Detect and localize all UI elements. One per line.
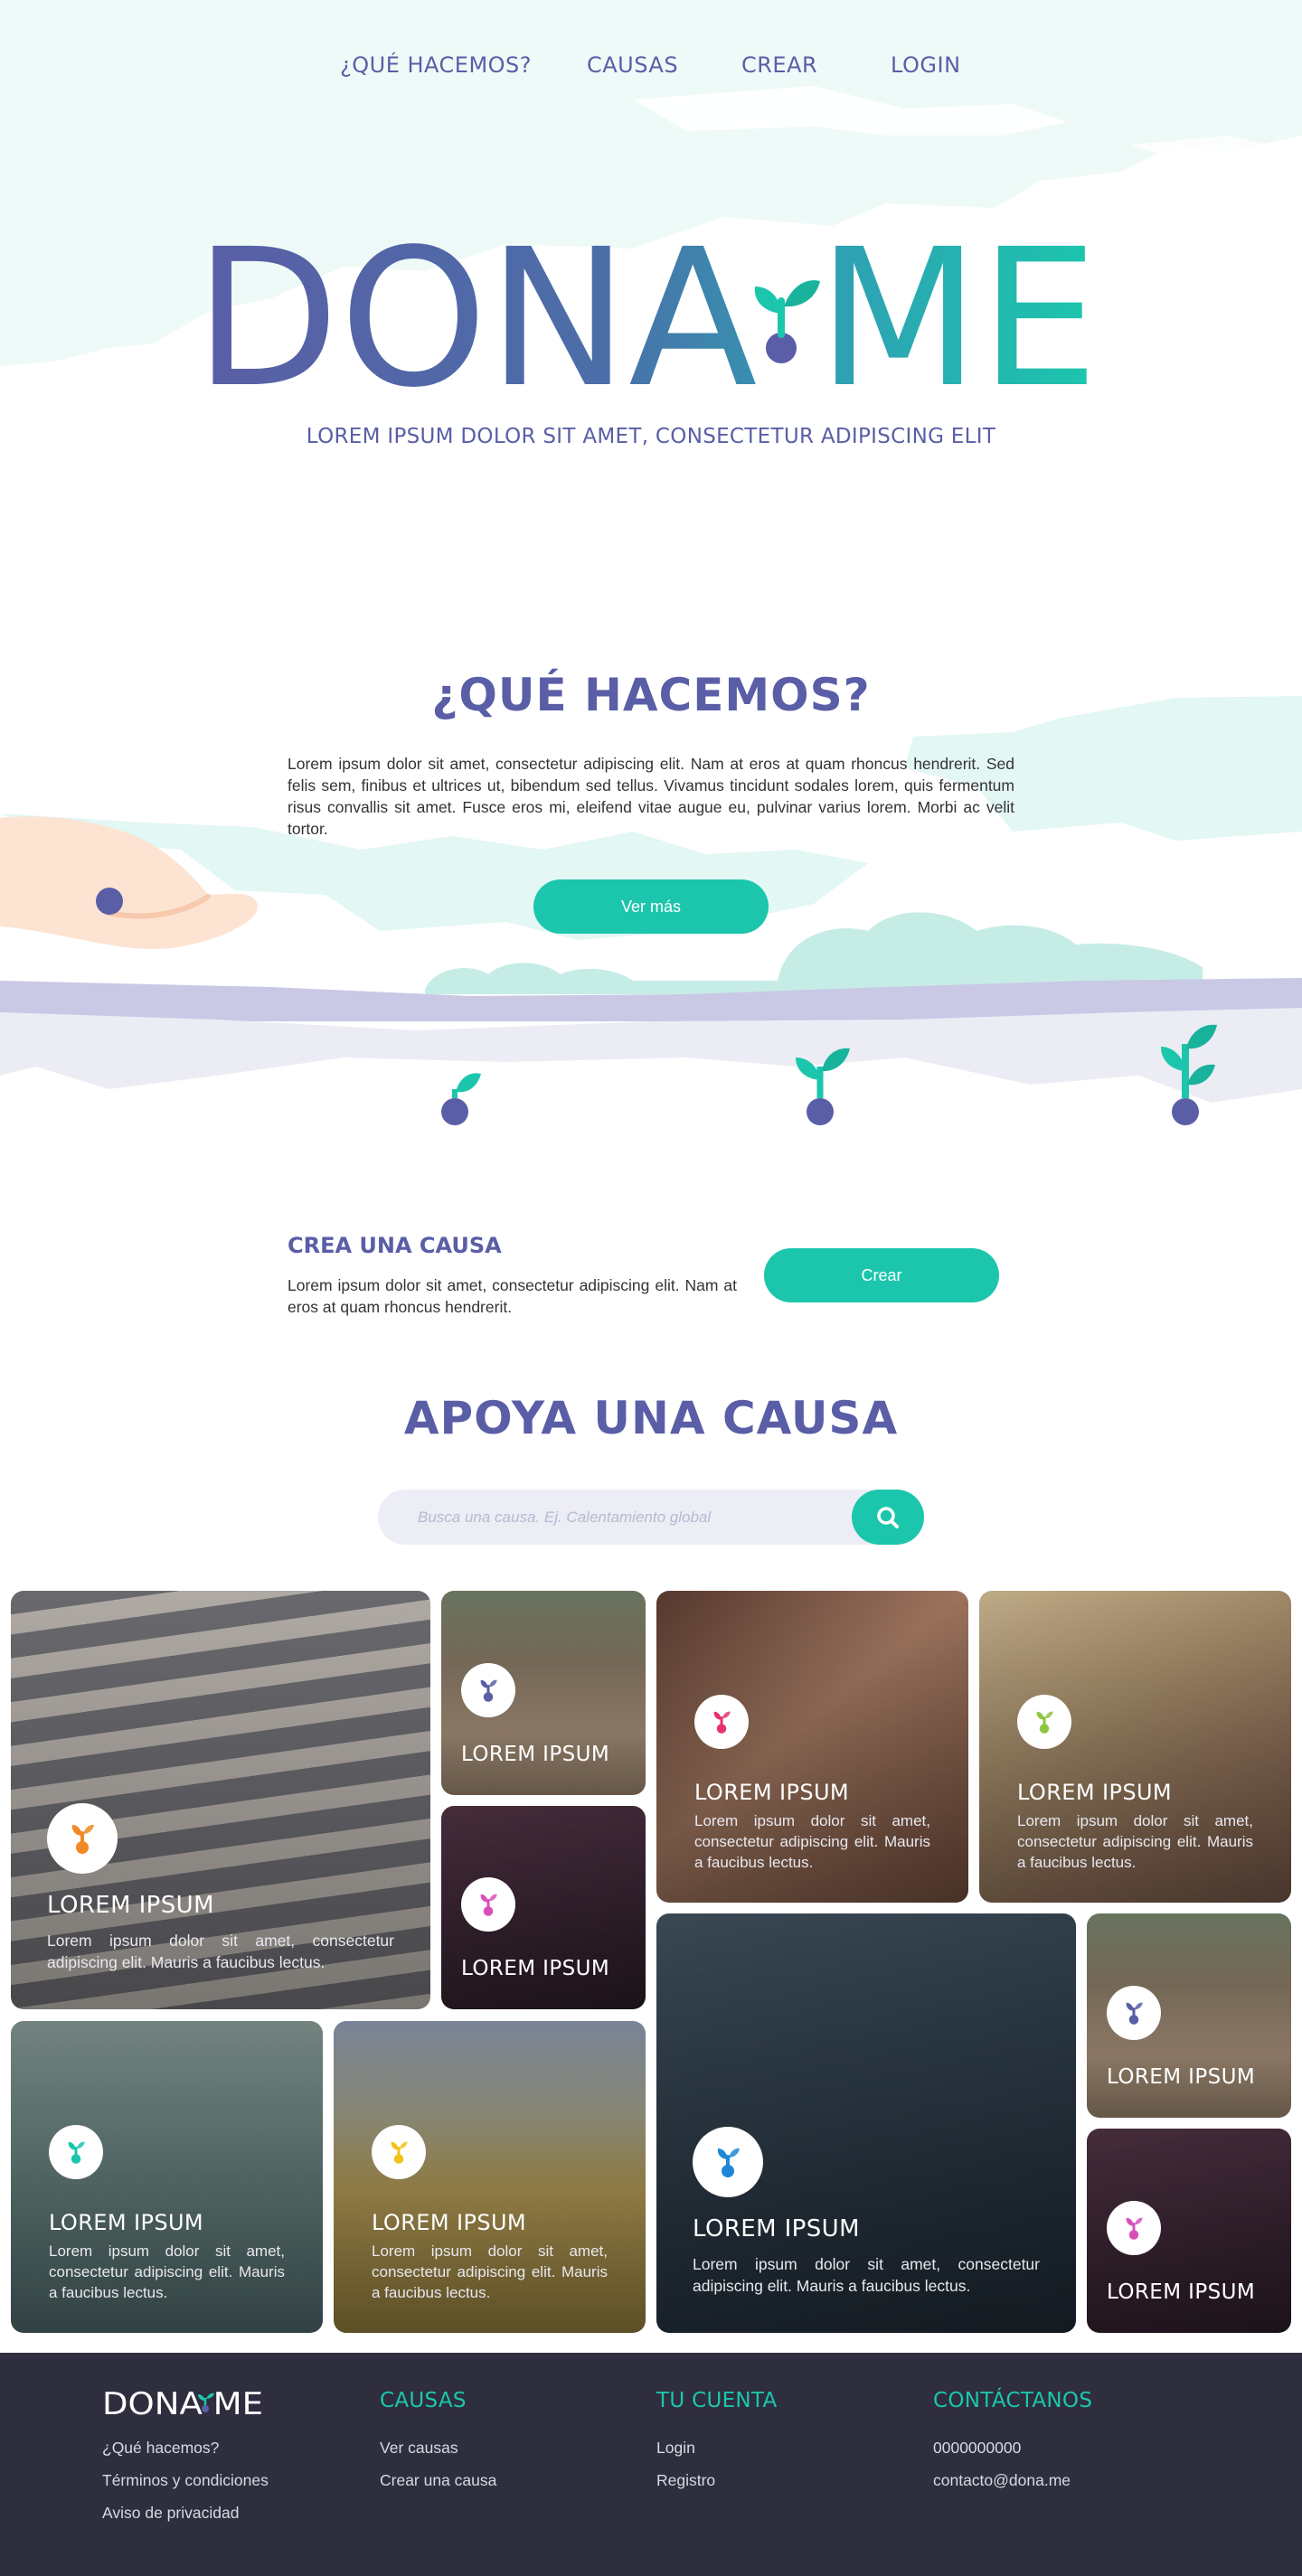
footer-logo: DONA ME <box>102 2387 263 2418</box>
cause-card-title: LOREM IPSUM <box>372 2210 527 2235</box>
sprout-icon <box>1126 2217 1143 2240</box>
footer-heading-contactanos: CONTÁCTANOS <box>933 2389 1093 2412</box>
footer-heading-tu-cuenta: TU CUENTA <box>656 2389 778 2412</box>
footer-phone: 0000000000 <box>933 2439 1022 2457</box>
cause-card-title: LOREM IPSUM <box>693 2215 860 2242</box>
section-title-que-hacemos: ¿QUÉ HACEMOS? <box>431 669 871 721</box>
sprout-icon <box>1126 2002 1143 2025</box>
sprout-icon <box>480 1894 497 1916</box>
cause-card-description: Lorem ipsum dolor sit amet, consectetur … <box>693 2255 1040 2295</box>
svg-text:DONA ME: DONA ME <box>102 2387 263 2418</box>
que-hacemos-description: Lorem ipsum dolor sit amet, consectetur … <box>288 755 1014 838</box>
cause-card-title: LOREM IPSUM <box>49 2210 204 2235</box>
cause-category-badge <box>693 2127 763 2197</box>
cause-card[interactable]: LOREM IPSUM Lorem ipsum dolor sit amet, c… <box>656 1591 968 1903</box>
sprout-icon <box>391 2141 408 2164</box>
nav-item-crear[interactable]: CREAR <box>741 52 817 78</box>
sprout-icon <box>71 1824 94 1854</box>
cause-card[interactable]: LOREM IPSUM <box>1087 2129 1291 2333</box>
cause-card-description: Lorem ipsum dolor sit amet, consectetur … <box>49 2242 285 2301</box>
cause-card-title: LOREM IPSUM <box>461 1957 610 1980</box>
cause-category-badge <box>1017 1695 1071 1749</box>
sprout-icon <box>1036 1711 1053 1734</box>
footer-link-registro[interactable]: Registro <box>656 2471 715 2490</box>
footer-link-login[interactable]: Login <box>656 2439 695 2458</box>
cause-card[interactable]: LOREM IPSUM <box>441 1806 646 2009</box>
cause-search-input[interactable] <box>418 1490 843 1545</box>
cause-category-badge <box>49 2125 103 2179</box>
nav-item-causas[interactable]: CAUSAS <box>587 52 678 78</box>
cause-card-title: LOREM IPSUM <box>694 1780 850 1805</box>
cause-card[interactable]: LOREM IPSUM Lorem ipsum dolor sit amet, c… <box>11 1591 430 2009</box>
crea-causa-description: Lorem ipsum dolor sit amet, consectetur … <box>288 1276 737 1316</box>
cause-card-title: LOREM IPSUM <box>1107 2280 1256 2304</box>
cause-card-title: LOREM IPSUM <box>1107 2065 1256 2089</box>
cause-card-description: Lorem ipsum dolor sit amet, consectetur … <box>1017 1812 1253 1871</box>
footer-link-crear-causa[interactable]: Crear una causa <box>380 2471 496 2490</box>
nav-item-login[interactable]: LOGIN <box>891 52 961 78</box>
site-footer: DONA ME ¿Qué hacemos? Términos y condici… <box>0 2353 1302 2576</box>
footer-link-ver-causas[interactable]: Ver causas <box>380 2439 458 2458</box>
section-title-apoya-causa: APOYA UNA CAUSA <box>403 1392 899 1444</box>
que-hacemos-section: ¿QUÉ HACEMOS? Lorem ipsum dolor sit amet… <box>0 633 1302 1139</box>
cause-category-badge <box>1107 2201 1161 2255</box>
cause-category-badge <box>372 2125 426 2179</box>
cause-card[interactable]: LOREM IPSUM Lorem ipsum dolor sit amet, c… <box>656 1913 1076 2333</box>
cause-card[interactable]: LOREM IPSUM Lorem ipsum dolor sit amet, c… <box>11 2021 323 2333</box>
cause-card-title: LOREM IPSUM <box>461 1743 610 1766</box>
hero-tagline: LOREM IPSUM DOLOR SIT AMET, CONSECTETUR … <box>306 425 996 448</box>
hero-section: ¿QUÉ HACEMOS? CAUSAS CREAR LOGIN DONA ME… <box>0 0 1302 542</box>
cause-category-badge <box>461 1877 515 1932</box>
cause-card-description: Lorem ipsum dolor sit amet, consectetur … <box>47 1932 394 1971</box>
cause-card-description: Lorem ipsum dolor sit amet, consectetur … <box>694 1812 930 1871</box>
search-button[interactable] <box>852 1490 924 1545</box>
cause-category-badge <box>461 1663 515 1717</box>
footer-heading-causas: CAUSAS <box>380 2389 467 2412</box>
main-nav: ¿QUÉ HACEMOS? CAUSAS CREAR LOGIN <box>0 52 1302 83</box>
sprout-icon <box>713 1711 731 1734</box>
nav-item-que-hacemos[interactable]: ¿QUÉ HACEMOS? <box>340 52 532 78</box>
cause-card[interactable]: LOREM IPSUM Lorem ipsum dolor sit amet, c… <box>334 2021 646 2333</box>
sprout-icon <box>68 2141 85 2164</box>
cause-category-badge <box>694 1695 749 1749</box>
sprout-icon <box>480 1679 497 1702</box>
cause-card[interactable]: LOREM IPSUM Lorem ipsum dolor sit amet, c… <box>979 1591 1291 1903</box>
footer-link-que-hacemos[interactable]: ¿Qué hacemos? <box>102 2439 219 2458</box>
cause-category-badge <box>1107 1986 1161 2040</box>
cause-card-description: Lorem ipsum dolor sit amet, consectetur … <box>372 2242 608 2301</box>
cause-category-badge <box>47 1803 118 1874</box>
cause-search-bar <box>378 1490 924 1545</box>
svg-text:DONA ME: DONA ME <box>194 230 1099 393</box>
cause-card[interactable]: LOREM IPSUM <box>1087 1913 1291 2118</box>
cause-card-title: LOREM IPSUM <box>1017 1780 1173 1805</box>
sprout-small-icon <box>441 1073 481 1125</box>
crear-button[interactable]: Crear <box>764 1248 999 1302</box>
cause-card[interactable]: LOREM IPSUM <box>441 1591 646 1795</box>
cause-card-title: LOREM IPSUM <box>47 1892 214 1919</box>
search-icon <box>877 1506 899 1528</box>
ver-mas-button[interactable]: Ver más <box>533 879 769 934</box>
footer-email-link[interactable]: contacto@dona.me <box>933 2471 1071 2490</box>
crea-causa-title: CREA UNA CAUSA <box>288 1233 502 1258</box>
footer-link-terminos[interactable]: Términos y condiciones <box>102 2471 269 2490</box>
footer-link-privacidad[interactable]: Aviso de privacidad <box>102 2504 239 2523</box>
dona-me-logo: DONA ME <box>194 230 1099 393</box>
sprout-icon <box>717 2148 740 2177</box>
